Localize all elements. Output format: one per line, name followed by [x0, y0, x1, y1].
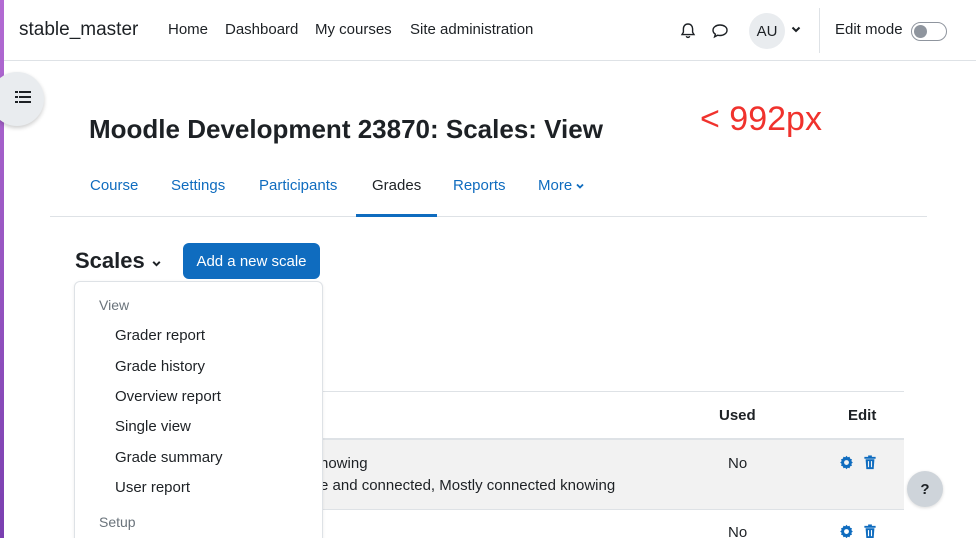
user-avatar[interactable]: AU: [749, 13, 785, 49]
column-header-used: Used: [719, 407, 756, 424]
tab-course[interactable]: Course: [74, 164, 154, 217]
menu-item-overview-report[interactable]: Overview report: [115, 388, 221, 405]
chevron-down-icon: [575, 178, 585, 195]
nav-home[interactable]: Home: [168, 21, 208, 38]
trash-icon[interactable]: [863, 524, 879, 538]
navbar-divider: [819, 8, 820, 53]
nav-my-courses[interactable]: My courses: [315, 21, 392, 38]
tab-settings[interactable]: Settings: [155, 164, 241, 217]
menu-item-grade-history[interactable]: Grade history: [115, 358, 205, 375]
toggle-knob: [914, 25, 927, 38]
width-annotation: < 992px: [700, 100, 822, 138]
column-header-edit: Edit: [848, 407, 877, 424]
tab-more-label: More: [538, 177, 573, 194]
site-brand[interactable]: stable_master: [19, 19, 138, 41]
menu-item-grader-report[interactable]: Grader report: [115, 327, 205, 344]
tab-participants[interactable]: Participants: [243, 164, 353, 217]
dropdown-header-view: View: [99, 297, 130, 313]
trash-icon[interactable]: [863, 455, 879, 471]
gear-icon[interactable]: [839, 455, 855, 471]
used-cell: No: [728, 455, 748, 472]
gear-icon[interactable]: [839, 524, 855, 538]
nav-site-administration[interactable]: Site administration: [410, 21, 533, 38]
page-title: Moodle Development 23870: Scales: View: [89, 114, 603, 144]
tab-more[interactable]: More: [522, 164, 601, 217]
chevron-down-icon[interactable]: [790, 22, 802, 40]
menu-item-grade-summary[interactable]: Grade summary: [115, 449, 223, 466]
menu-item-user-report[interactable]: User report: [115, 479, 190, 496]
course-index-drawer-button[interactable]: [0, 72, 44, 126]
edit-mode-toggle[interactable]: [911, 22, 947, 41]
scale-name-cell: nowing: [320, 455, 368, 472]
message-icon[interactable]: [709, 20, 731, 42]
used-cell: No: [728, 524, 748, 538]
scales-selector[interactable]: Scales: [75, 248, 162, 275]
scales-title: Scales: [75, 248, 145, 273]
tab-reports[interactable]: Reports: [437, 164, 522, 217]
bell-icon[interactable]: [677, 20, 699, 42]
edit-mode-label: Edit mode: [835, 21, 903, 38]
scales-dropdown-menu: View Grader report Grade history Overvie…: [74, 281, 323, 538]
scale-items-cell: e and connected, Mostly connected knowin…: [320, 477, 616, 494]
menu-item-single-view[interactable]: Single view: [115, 418, 191, 435]
top-navbar: stable_master Home Dashboard My courses …: [4, 0, 976, 61]
list-icon: [15, 90, 31, 109]
chevron-down-icon: [151, 249, 162, 275]
help-button[interactable]: ?: [907, 471, 943, 507]
add-new-scale-button[interactable]: Add a new scale: [183, 243, 320, 279]
tab-grades[interactable]: Grades: [356, 164, 438, 217]
dropdown-header-setup: Setup: [99, 514, 136, 530]
nav-dashboard[interactable]: Dashboard: [225, 21, 298, 38]
secondary-navigation: Course Settings Participants Grades Repo…: [50, 164, 927, 217]
